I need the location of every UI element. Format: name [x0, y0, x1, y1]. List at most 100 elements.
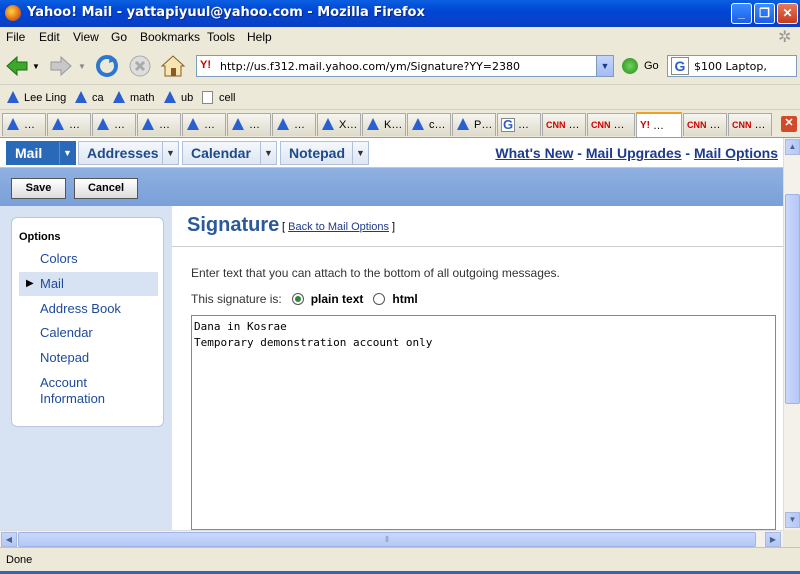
browser-tab[interactable]: …	[182, 113, 226, 136]
go-button[interactable]: Go	[644, 60, 659, 72]
scrollbar-corner	[783, 530, 800, 547]
go-icon[interactable]	[622, 58, 638, 74]
cancel-button[interactable]: Cancel	[74, 178, 138, 199]
mail-upgrades-link[interactable]: Mail Upgrades	[586, 145, 682, 161]
menu-tools[interactable]: Tools	[207, 30, 235, 44]
top-links: What's New - Mail Upgrades - Mail Option…	[495, 145, 778, 161]
stop-icon	[129, 55, 151, 77]
scroll-left-icon[interactable]: ◀	[1, 532, 17, 547]
url-dropdown-button[interactable]: ▼	[596, 56, 613, 76]
chevron-down-icon[interactable]: ▼	[260, 142, 276, 164]
mail-options-link[interactable]: Mail Options	[694, 145, 778, 161]
home-button[interactable]	[160, 53, 186, 79]
google-search-icon[interactable]: G	[671, 57, 689, 75]
signature-textarea[interactable]: Dana in Kosrae Temporary demonstration a…	[191, 315, 776, 530]
save-button[interactable]: Save	[11, 178, 66, 199]
browser-tab[interactable]: X…	[317, 113, 361, 136]
browser-tab[interactable]: …	[92, 113, 136, 136]
throbber-icon: ✲	[778, 29, 792, 46]
chevron-down-icon[interactable]: ▼	[352, 142, 368, 164]
browser-tab[interactable]: …	[227, 113, 271, 136]
sail-icon	[97, 118, 109, 130]
scroll-right-icon[interactable]: ▶	[765, 532, 781, 547]
sail-icon	[164, 91, 176, 103]
tab-calendar[interactable]: Calendar ▼	[182, 141, 277, 165]
browser-tab[interactable]: c…	[407, 113, 451, 136]
menu-view[interactable]: View	[73, 30, 99, 44]
option-mail[interactable]: Mail	[40, 276, 64, 291]
bookmark-item[interactable]: ca	[74, 91, 104, 105]
option-account-information-line2[interactable]: Information	[40, 391, 105, 406]
browser-tab[interactable]: CNN…	[728, 113, 772, 136]
browser-tab[interactable]: CNN…	[542, 113, 586, 136]
restore-button[interactable]: ❐	[754, 3, 775, 24]
chevron-down-icon[interactable]: ▼	[162, 142, 178, 164]
option-notepad[interactable]: Notepad	[40, 350, 89, 365]
vertical-scroll-thumb[interactable]	[785, 194, 800, 404]
bookmark-item[interactable]: ub	[163, 91, 193, 105]
browser-tab[interactable]: K…	[362, 113, 406, 136]
browser-tab[interactable]: G…	[497, 113, 541, 136]
menu-help[interactable]: Help	[247, 30, 272, 44]
whats-new-link[interactable]: What's New	[495, 145, 573, 161]
bookmark-item[interactable]: math	[112, 91, 154, 105]
plain-text-radio[interactable]	[291, 293, 304, 305]
bookmark-item[interactable]: Lee Ling	[6, 91, 66, 105]
browser-tab[interactable]: …	[272, 113, 316, 136]
option-calendar[interactable]: Calendar	[40, 325, 93, 340]
vertical-scrollbar[interactable]: ▲ ▼	[783, 138, 800, 530]
browser-tab[interactable]: CNN…	[587, 113, 635, 136]
menu-file[interactable]: File	[6, 30, 25, 44]
close-tab-icon[interactable]: ✕	[781, 116, 797, 132]
address-bar[interactable]: Y! http://us.f312.mail.yahoo.com/ym/Sign…	[196, 55, 614, 77]
back-history-dropdown[interactable]: ▼	[30, 53, 42, 79]
browser-tab[interactable]: …	[137, 113, 181, 136]
options-header: Options	[19, 231, 61, 243]
sail-icon	[412, 118, 424, 130]
bookmarks-toolbar: Lee Ling ca math ub cell	[0, 86, 800, 110]
horizontal-scrollbar[interactable]: ◀ ⦀ ▶	[0, 530, 783, 547]
option-colors[interactable]: Colors	[40, 251, 78, 266]
browser-tab[interactable]: P…	[452, 113, 496, 136]
chevron-down-icon[interactable]: ▼	[59, 142, 75, 164]
sail-icon	[7, 91, 19, 103]
minimize-button[interactable]: _	[731, 3, 752, 24]
forward-button[interactable]	[48, 53, 74, 79]
browser-tab[interactable]: …	[2, 113, 46, 136]
search-input[interactable]: $100 Laptop,	[694, 60, 767, 73]
menu-edit[interactable]: Edit	[39, 30, 60, 44]
stop-button[interactable]	[127, 53, 153, 79]
browser-tab[interactable]: …	[47, 113, 91, 136]
options-menu: Options ▶ Colors Mail Address Book Calen…	[11, 217, 164, 427]
search-box[interactable]: G $100 Laptop,	[667, 55, 797, 77]
horizontal-scroll-thumb[interactable]: ⦀	[18, 532, 756, 547]
tab-mail[interactable]: Mail ▼	[6, 141, 76, 165]
close-window-button[interactable]: ✕	[777, 3, 798, 24]
options-sidebar: Options ▶ Colors Mail Address Book Calen…	[0, 206, 172, 530]
forward-history-dropdown[interactable]: ▼	[76, 53, 88, 79]
tab-notepad[interactable]: Notepad ▼	[280, 141, 369, 165]
menu-go[interactable]: Go	[111, 30, 127, 44]
scroll-up-icon[interactable]: ▲	[785, 139, 800, 155]
signature-panel: Signature [ Back to Mail Options ] Enter…	[172, 206, 783, 530]
sail-icon	[322, 118, 334, 130]
sail-icon	[367, 118, 379, 130]
plain-text-label: plain text	[310, 292, 364, 306]
back-button[interactable]	[4, 53, 30, 79]
scroll-down-icon[interactable]: ▼	[785, 512, 800, 528]
tab-addresses[interactable]: Addresses ▼	[78, 141, 179, 165]
html-radio[interactable]	[373, 293, 386, 305]
browser-tab[interactable]: CNN…	[683, 113, 727, 136]
url-text[interactable]: http://us.f312.mail.yahoo.com/ym/Signatu…	[220, 60, 520, 73]
signature-format: This signature is: plain text html	[191, 292, 418, 306]
reload-button[interactable]	[94, 53, 120, 79]
home-icon	[160, 55, 186, 77]
browser-tab-active[interactable]: Y!…	[636, 112, 682, 137]
status-text: Done	[6, 554, 33, 566]
menu-bookmarks[interactable]: Bookmarks	[140, 30, 200, 44]
bookmark-item[interactable]: cell	[202, 91, 236, 104]
option-account-information[interactable]: Account	[40, 375, 87, 390]
option-address-book[interactable]: Address Book	[40, 301, 121, 316]
yahoo-favicon-icon: Y!	[200, 59, 211, 71]
back-to-mail-options-link[interactable]: Back to Mail Options	[288, 221, 389, 233]
